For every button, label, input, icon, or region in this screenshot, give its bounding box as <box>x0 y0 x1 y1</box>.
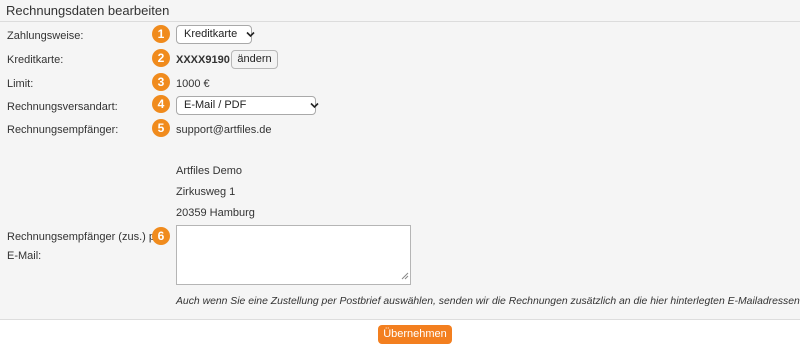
resize-handle-icon[interactable] <box>401 271 409 283</box>
panel-header: Rechnungsdaten bearbeiten <box>0 0 800 22</box>
credit-card-number: XXXX9190 <box>176 54 230 66</box>
step-badge-3: 3 <box>152 73 170 91</box>
hint-text: Auch wenn Sie eine Zustellung per Postbr… <box>176 296 800 307</box>
extra-recipient-label: Rechnungsempfänger (zus.) per <box>7 231 165 243</box>
payment-method-value: Kreditkarte <box>184 28 238 40</box>
recipient-email: support@artfiles.de <box>176 124 272 136</box>
step-badge-4: 4 <box>152 95 170 113</box>
step-badge-5: 5 <box>152 119 170 137</box>
shipping-method-label: Rechnungsversandart: <box>7 101 118 113</box>
credit-card-label: Kreditkarte: <box>7 54 64 66</box>
recipient-label: Rechnungsempfänger: <box>7 124 119 136</box>
step-badge-6: 6 <box>152 227 170 245</box>
panel-title: Rechnungsdaten bearbeiten <box>6 3 170 18</box>
shipping-method-value: E-Mail / PDF <box>184 99 247 111</box>
submit-button[interactable]: Übernehmen <box>378 325 452 344</box>
address-line: 20359 Hamburg <box>176 207 255 219</box>
billing-form-panel: Rechnungsdaten bearbeiten Zahlungsweise:… <box>0 0 800 320</box>
extra-recipient-textarea[interactable] <box>176 225 411 285</box>
address-line: Zirkusweg 1 <box>176 186 236 198</box>
extra-recipient-label-2: E-Mail: <box>7 250 42 262</box>
limit-value: 1000 € <box>176 78 210 90</box>
limit-label: Limit: <box>7 78 34 90</box>
address-line: Artfiles Demo <box>176 165 243 177</box>
step-badge-1: 1 <box>152 25 170 43</box>
change-card-button[interactable]: ändern <box>231 50 278 69</box>
shipping-method-select[interactable]: E-Mail / PDF <box>176 96 319 115</box>
payment-method-select[interactable]: Kreditkarte <box>176 25 255 44</box>
payment-method-label: Zahlungsweise: <box>7 30 84 42</box>
step-badge-2: 2 <box>152 49 170 67</box>
